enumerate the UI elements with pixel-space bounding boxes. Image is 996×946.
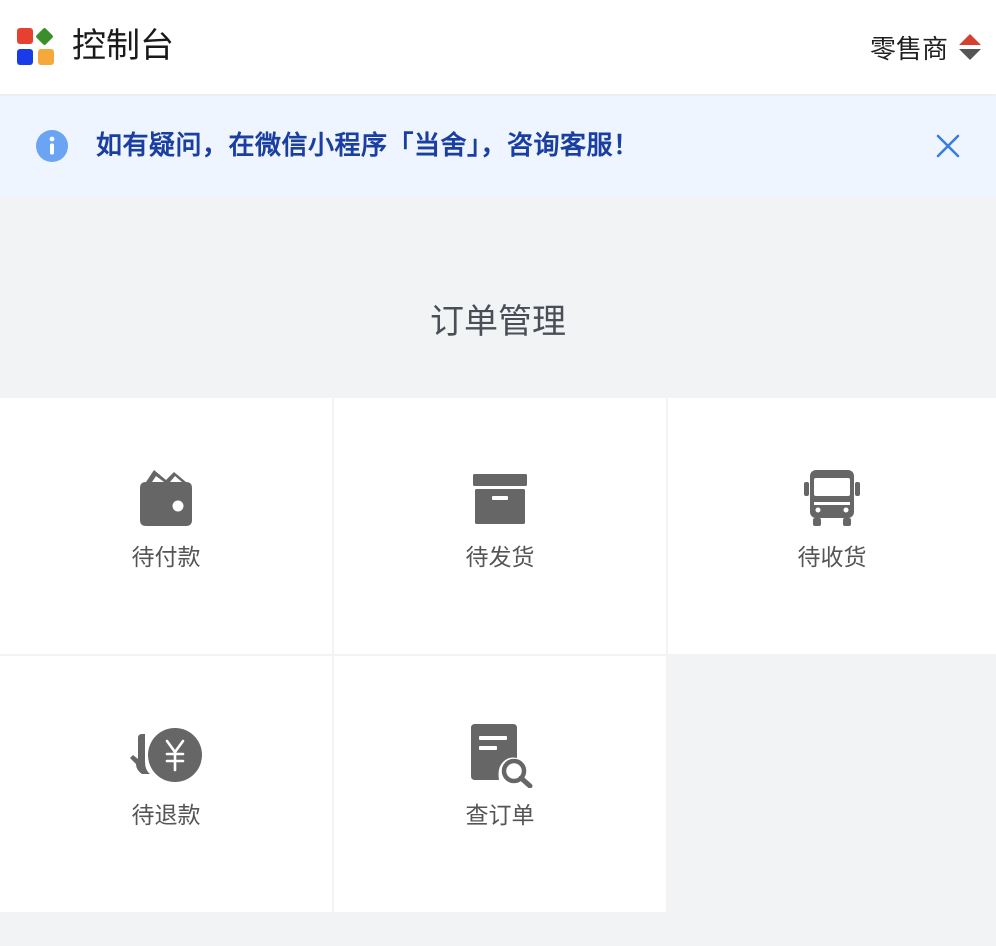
grid-item-label: 待退款 <box>131 803 201 829</box>
grid-item-pending-shipment[interactable]: 待发货 <box>334 398 666 654</box>
role-label: 零售商 <box>869 34 948 65</box>
close-icon[interactable] <box>934 132 962 160</box>
app-title: 控制台 <box>72 26 174 66</box>
grid-item-pending-receipt[interactable]: 待收货 <box>668 398 996 654</box>
notice-text: 如有疑问，在微信小程序「当舍」，咨询客服！ <box>96 131 640 161</box>
grid-item-order-search[interactable]: 查订单 <box>334 656 666 912</box>
grid-item-label: 查订单 <box>465 803 535 829</box>
grid-item-label: 待付款 <box>131 545 201 571</box>
grid-item-label: 待收货 <box>797 545 867 571</box>
truck-icon <box>804 470 860 526</box>
top-header: 控制台 零售商 <box>0 0 996 94</box>
role-switcher[interactable]: 零售商 <box>870 28 982 66</box>
grid-item-label: 待发货 <box>465 545 535 571</box>
refund-yen-icon <box>130 728 202 782</box>
grid-item-pending-refund[interactable]: 待退款 <box>0 656 332 912</box>
section-title-order-management: 订单管理 <box>430 302 566 342</box>
wallet-icon <box>140 470 192 526</box>
app-grid-logo-icon <box>17 28 54 65</box>
order-search-icon <box>471 724 533 788</box>
info-icon <box>36 130 68 162</box>
grid-item-pending-payment[interactable]: 待付款 <box>0 398 332 654</box>
archive-box-icon <box>473 474 527 524</box>
sort-up-down-icon <box>959 34 981 60</box>
